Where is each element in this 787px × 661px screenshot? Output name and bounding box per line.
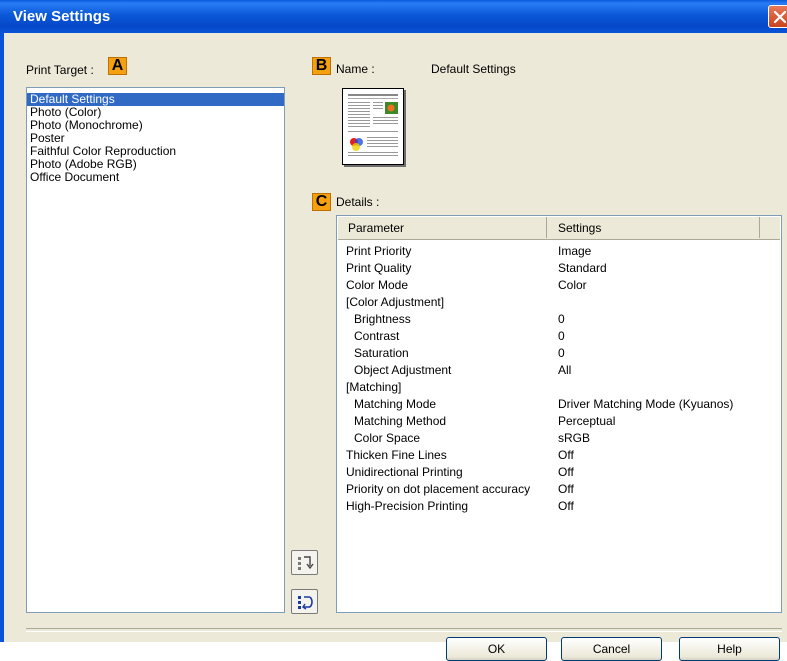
setting-cell: 0 — [558, 312, 565, 326]
setting-cell: Off — [558, 465, 574, 479]
table-row: High-Precision Printing Off — [338, 498, 780, 515]
list-item[interactable]: Office Document — [27, 171, 284, 184]
parameter-cell: Thicken Fine Lines — [346, 448, 447, 462]
details-label: Details : — [336, 195, 380, 209]
parameter-cell: Matching Mode — [354, 397, 437, 411]
setting-cell: Image — [558, 244, 592, 258]
parameter-cell: Object Adjustment — [354, 363, 452, 377]
details-rows: Print Priority Image Print Quality Standar… — [338, 243, 780, 515]
parameter-cell: High-Precision Printing — [346, 499, 469, 513]
close-button[interactable] — [768, 5, 787, 28]
badge-c: C — [312, 193, 331, 211]
document-preview-graphic — [343, 89, 403, 164]
dialog-separator — [26, 628, 782, 632]
setting-cell: Off — [558, 448, 574, 462]
document-preview-icon — [342, 88, 404, 165]
parameter-cell: Print Priority — [346, 244, 412, 258]
table-row: [Color Adjustment] — [338, 294, 780, 311]
setting-cell: Perceptual — [558, 414, 616, 428]
parameter-cell: Contrast — [354, 329, 400, 343]
name-value: Default Settings — [431, 62, 516, 76]
view-settings-dialog: View Settings Print Target : A Default S… — [0, 0, 787, 661]
setting-cell: 0 — [558, 346, 565, 360]
print-target-list[interactable]: Default Settings Photo (Color) Photo (Mo… — [26, 87, 285, 613]
parameter-cell: Print Quality — [346, 261, 412, 275]
table-row: Contrast 0 — [338, 328, 780, 345]
import-settings-icon — [298, 596, 313, 610]
setting-cell: sRGB — [558, 431, 591, 445]
badge-b: B — [312, 57, 331, 75]
window-frame-left — [0, 33, 4, 642]
setting-cell: Standard — [558, 261, 607, 275]
setting-cell: Color — [558, 278, 587, 292]
setting-cell: 0 — [558, 329, 565, 343]
parameter-cell: Priority on dot placement accuracy — [346, 482, 531, 496]
window-title: View Settings — [13, 8, 111, 25]
setting-cell: Off — [558, 482, 574, 496]
export-settings-button[interactable] — [291, 550, 318, 575]
details-table[interactable]: Parameter Settings Print Priority Image P… — [336, 215, 782, 613]
column-header-parameter[interactable]: Parameter — [338, 217, 547, 238]
badge-a: A — [108, 57, 127, 75]
table-row: [Matching] — [338, 379, 780, 396]
table-row: Print Priority Image — [338, 243, 780, 260]
table-row: Color Space sRGB — [338, 430, 780, 447]
export-settings-icon — [298, 556, 314, 570]
parameter-cell: Saturation — [354, 346, 409, 360]
parameter-cell: [Matching] — [346, 380, 402, 394]
parameter-cell: [Color Adjustment] — [346, 295, 445, 309]
parameter-cell: Color Space — [354, 431, 421, 445]
name-label: Name : — [336, 62, 375, 76]
table-row: Unidirectional Printing Off — [338, 464, 780, 481]
table-row: Priority on dot placement accuracy Off — [338, 481, 780, 498]
parameter-cell: Brightness — [354, 312, 411, 326]
cancel-button[interactable]: Cancel — [561, 637, 662, 661]
ok-button[interactable]: OK — [446, 637, 547, 661]
help-button[interactable]: Help — [679, 637, 780, 661]
table-row: Object Adjustment All — [338, 362, 780, 379]
table-row: Matching Mode Driver Matching Mode (Kyuan… — [338, 396, 780, 413]
column-header-settings[interactable]: Settings — [548, 217, 760, 238]
table-row: Brightness 0 — [338, 311, 780, 328]
details-header: Parameter Settings — [338, 217, 780, 240]
table-row: Matching Method Perceptual — [338, 413, 780, 430]
setting-cell: Driver Matching Mode (Kyuanos) — [558, 397, 734, 411]
parameter-cell: Unidirectional Printing — [346, 465, 463, 479]
table-row: Saturation 0 — [338, 345, 780, 362]
close-icon — [773, 10, 787, 24]
setting-cell: All — [558, 363, 572, 377]
parameter-cell: Color Mode — [346, 278, 409, 292]
table-row: Color Mode Color — [338, 277, 780, 294]
list-item[interactable]: Photo (Monochrome) — [27, 119, 284, 132]
title-bar[interactable]: View Settings — [0, 0, 787, 33]
print-target-label: Print Target : — [26, 63, 94, 77]
table-row: Thicken Fine Lines Off — [338, 447, 780, 464]
import-settings-button[interactable] — [291, 589, 318, 614]
table-row: Print Quality Standard — [338, 260, 780, 277]
setting-cell: Off — [558, 499, 574, 513]
parameter-cell: Matching Method — [354, 414, 447, 428]
